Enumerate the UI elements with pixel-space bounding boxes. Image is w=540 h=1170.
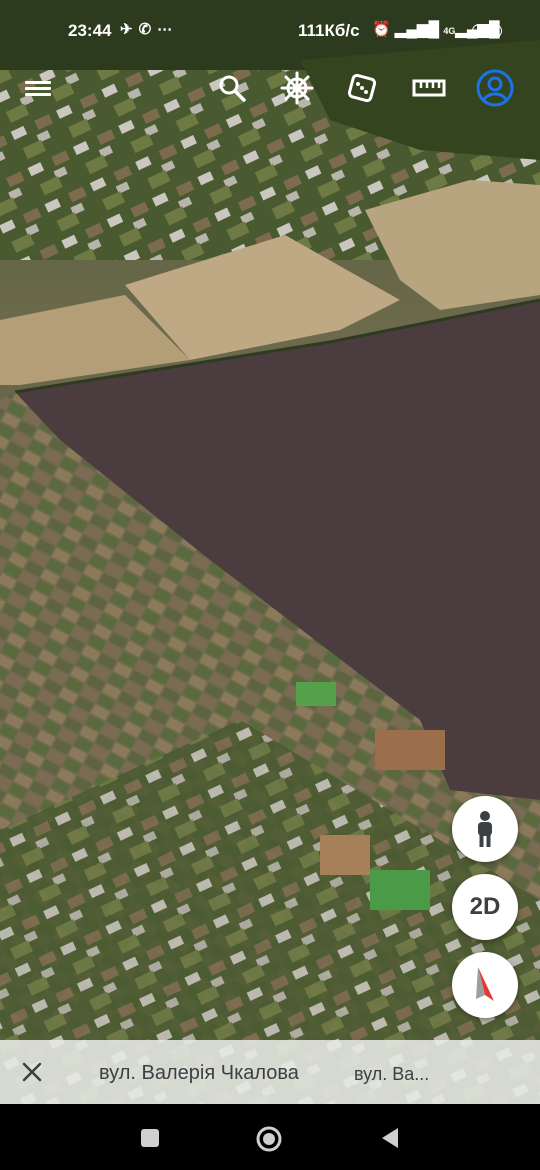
hamburger-menu-icon[interactable]	[18, 68, 58, 108]
dice-icon[interactable]	[342, 68, 382, 108]
status-time: 23:44	[68, 21, 112, 40]
ruler-icon[interactable]	[409, 68, 449, 108]
notification-icons: ✈✆⋯	[120, 21, 179, 38]
recent-apps-icon[interactable]	[136, 1124, 164, 1152]
satellite-map-view[interactable]	[0, 0, 540, 1104]
battery-icon: 34	[472, 24, 502, 38]
secondary-address[interactable]: вул. Ва...	[354, 1064, 429, 1085]
ship-wheel-icon[interactable]	[277, 68, 317, 108]
address-bar: вул. Валерія Чкалова вул. Ва...	[0, 1040, 540, 1104]
pegman-icon	[478, 811, 492, 847]
network-speed: 111Кб/с	[298, 21, 360, 40]
close-icon[interactable]	[16, 1058, 48, 1088]
network-type: 4G	[443, 26, 456, 36]
primary-address[interactable]: вул. Валерія Чкалова	[99, 1062, 299, 1085]
navigation-bar	[0, 1104, 540, 1170]
back-icon[interactable]	[378, 1124, 406, 1152]
account-icon[interactable]	[475, 68, 515, 108]
search-icon[interactable]	[212, 68, 252, 108]
status-bar: 23:44 ✈✆⋯ 111Кб/с ⏰ ▂▄▆█ 4G▂▄▆█ 34	[0, 0, 540, 62]
compass-button[interactable]	[452, 952, 518, 1018]
home-icon[interactable]	[254, 1124, 282, 1152]
satellite-imagery	[0, 0, 540, 1104]
pegman-button[interactable]	[452, 796, 518, 862]
view-mode-button[interactable]: 2D	[452, 874, 518, 940]
compass-icon	[476, 967, 494, 1001]
